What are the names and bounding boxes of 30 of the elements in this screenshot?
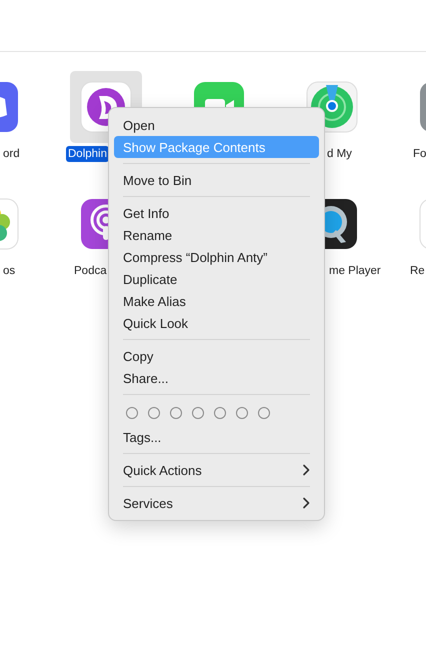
chevron-right-icon [302,464,310,476]
menu-item[interactable]: Tags... [114,426,319,448]
app-label[interactable]: me Player [327,263,383,279]
tag-dot[interactable] [148,407,160,419]
menu-item[interactable]: Rename [114,224,319,246]
menu-item[interactable]: Get Info [114,202,319,224]
menu-item[interactable]: Move to Bin [114,169,319,191]
tag-dot[interactable] [192,407,204,419]
tag-dot[interactable] [258,407,270,419]
app-label[interactable]: ord [1,146,22,162]
tag-dot[interactable] [236,407,248,419]
app-label[interactable]: os [1,263,18,279]
menu-item[interactable]: Make Alias [114,290,319,312]
menu-item[interactable]: Quick Actions [114,459,319,481]
menu-item[interactable]: Open [114,114,319,136]
app-label[interactable]: Fo [411,146,426,162]
menu-item[interactable]: Compress “Dolphin Anty” [114,246,319,268]
chevron-right-icon [302,497,310,509]
menu-item[interactable]: Duplicate [114,268,319,290]
app-label[interactable]: Re [408,263,426,279]
menu-item[interactable]: Quick Look [114,312,319,334]
app-label[interactable]: Dolphin [66,146,109,162]
app-label[interactable]: Podca [72,263,109,279]
app-label[interactable]: d My [325,146,354,162]
menu-item[interactable]: Share... [114,367,319,389]
tag-dot[interactable] [170,407,182,419]
tag-dot[interactable] [126,407,138,419]
menu-item[interactable]: Services [114,492,319,514]
tag-dot[interactable] [214,407,226,419]
menu-item[interactable]: Copy [114,345,319,367]
